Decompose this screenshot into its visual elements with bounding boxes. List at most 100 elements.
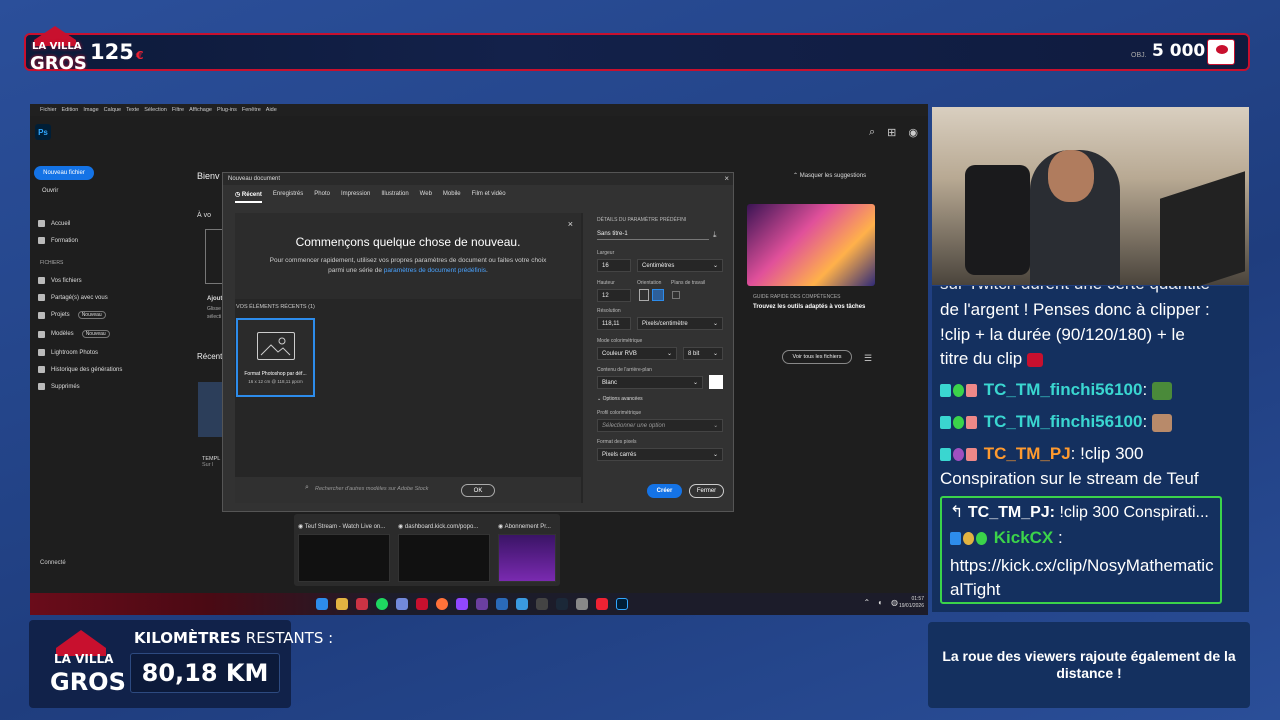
open-button[interactable]: Ouvrir — [42, 188, 58, 194]
menu-item[interactable]: Plug-ins — [217, 107, 237, 113]
menu-item[interactable]: Affichage — [189, 107, 212, 113]
clip-link[interactable]: https://kick.cx/clip/NosyMathematicalTig… — [950, 554, 1220, 602]
menu-item[interactable]: Fenêtre — [242, 107, 261, 113]
width-input[interactable]: 16 — [597, 259, 631, 272]
ok-button[interactable]: OK — [461, 484, 495, 497]
preview-image-1[interactable] — [298, 534, 390, 582]
search-icon[interactable]: ⌕ — [869, 126, 875, 139]
app-icon[interactable] — [496, 598, 508, 610]
chat-username[interactable]: TC_TM_finchi56100 — [984, 380, 1143, 399]
photoshop-icon[interactable] — [616, 598, 628, 610]
tab-print[interactable]: Impression — [341, 191, 370, 203]
tab-illustration[interactable]: Illustration — [381, 191, 408, 203]
spotify-icon[interactable] — [376, 598, 388, 610]
artboards-label: Plans de travail — [671, 280, 706, 286]
app-icon[interactable] — [356, 598, 368, 610]
close-icon[interactable]: × — [724, 174, 729, 183]
tab-mobile[interactable]: Mobile — [443, 191, 461, 203]
pin-icon[interactable] — [596, 598, 608, 610]
pixel-format-select[interactable]: Pixels carrés ⌄ — [597, 448, 723, 461]
gift-icon[interactable]: ⊞ — [887, 126, 896, 139]
badge-icon — [963, 532, 974, 546]
sidebar-item-home[interactable]: Accueil — [38, 220, 70, 227]
height-input[interactable]: 12 — [597, 289, 631, 302]
save-preset-icon[interactable]: ⤓ — [713, 230, 717, 240]
chat-username[interactable]: TC_TM_PJ — [984, 444, 1071, 463]
menu-item[interactable]: Texte — [126, 107, 139, 113]
sidebar-item-training[interactable]: Formation — [38, 237, 78, 244]
bit-depth-select[interactable]: 8 bit ⌄ — [683, 347, 723, 360]
tab-recent[interactable]: ◷ Récent — [235, 191, 262, 203]
menu-item[interactable]: Edition — [62, 107, 79, 113]
menu-item[interactable]: Calque — [104, 107, 121, 113]
list-view-icon[interactable]: ☰ — [864, 353, 872, 364]
home-icon — [38, 220, 45, 227]
preview-title-2[interactable]: ◉ dashboard.kick.com/popo... — [398, 523, 478, 530]
background-select[interactable]: Blanc ⌄ — [597, 376, 703, 389]
preview-title-3[interactable]: ◉ Abonnement Pr... — [498, 523, 558, 530]
sidebar-item-projects[interactable]: Projets Nouveau — [38, 311, 106, 319]
resolution-unit-select[interactable]: Pixels/centimètre ⌄ — [637, 317, 723, 330]
app-icon[interactable] — [516, 598, 528, 610]
close-button[interactable]: Fermer — [689, 484, 724, 498]
resolution-input[interactable]: 118,11 — [597, 317, 631, 330]
recent-preset-card[interactable]: Format Photoshop par déf... 16 x 12 cm @… — [236, 318, 315, 397]
artboards-checkbox[interactable] — [672, 291, 680, 299]
villa-logo-top: LA VILLA GROS — [28, 24, 87, 80]
tiger-image[interactable] — [747, 204, 875, 286]
sidebar-item-deleted[interactable]: Supprimés — [38, 383, 80, 390]
background-color-swatch[interactable] — [709, 375, 723, 389]
menu-item[interactable]: Sélection — [144, 107, 167, 113]
chevron-up-icon[interactable]: ⌃ — [863, 598, 870, 607]
sidebar-item-shared[interactable]: Partagé(s) avec vous — [38, 294, 108, 301]
menu-item[interactable]: Fichier — [40, 107, 57, 113]
discord-icon[interactable] — [396, 598, 408, 610]
avatar-icon[interactable]: ◉ — [908, 126, 918, 139]
doc-name-input[interactable]: Sans titre-1 — [597, 231, 709, 240]
preview-title-1[interactable]: ◉ Teuf Stream - Watch Live on... — [298, 523, 385, 530]
width-unit-select[interactable]: Centimètres ⌄ — [637, 259, 723, 272]
new-file-button[interactable]: Nouveau fichier — [34, 166, 94, 180]
tab-saved[interactable]: Enregistrés — [273, 191, 303, 203]
firefox-icon[interactable] — [436, 598, 448, 610]
sidebar-item-files[interactable]: Vos fichiers — [38, 277, 82, 284]
steam-icon[interactable] — [556, 598, 568, 610]
top-bar — [24, 33, 1250, 71]
color-mode-select[interactable]: Couleur RVB ⌄ — [597, 347, 677, 360]
preview-image-2[interactable] — [398, 534, 490, 582]
windows-start-icon[interactable] — [316, 598, 328, 610]
menu-item[interactable]: Image — [83, 107, 98, 113]
profile-select[interactable]: Sélectionner une option ⌄ — [597, 419, 723, 432]
obs-icon[interactable] — [456, 598, 468, 610]
sidebar-item-history[interactable]: Historique des générations — [38, 366, 122, 373]
advanced-options-toggle[interactable]: ⌄ Options avancées — [597, 396, 643, 402]
folder-icon[interactable] — [336, 598, 348, 610]
hide-suggestions-link[interactable]: ⌃ Masquer les suggestions — [793, 172, 866, 179]
see-all-files-button[interactable]: Voir tous les fichiers — [782, 350, 852, 364]
landscape-icon[interactable] — [652, 289, 664, 301]
preset-link[interactable]: paramètres de document prédéfinis — [384, 267, 486, 274]
app-icon[interactable] — [476, 598, 488, 610]
menu-item[interactable]: Filtre — [172, 107, 184, 113]
opera-icon[interactable] — [416, 598, 428, 610]
chat-username[interactable]: TC_TM_finchi56100 — [984, 412, 1143, 431]
network-icon[interactable]: ◍ — [891, 598, 898, 607]
portrait-icon[interactable] — [639, 289, 649, 301]
stock-search-input[interactable]: Rechercher d'autres modèles sur Adobe St… — [315, 486, 428, 492]
taskbar-clock[interactable]: 01:57 19/01/2026 — [899, 596, 924, 609]
bot-username[interactable]: KickCX — [994, 528, 1054, 547]
preview-image-3[interactable] — [498, 534, 556, 582]
close-icon[interactable]: × — [568, 219, 573, 229]
sidebar-item-lightroom[interactable]: Lightroom Photos — [38, 349, 98, 356]
menu-item[interactable]: Aide — [266, 107, 277, 113]
create-button[interactable]: Créer — [647, 484, 682, 498]
epic-icon[interactable] — [536, 598, 548, 610]
sidebar-item-models[interactable]: Modèles Nouveau — [38, 330, 110, 338]
volume-icon[interactable]: ◐ — [878, 598, 883, 607]
recent-thumbnail[interactable] — [198, 382, 222, 437]
settings-icon[interactable] — [576, 598, 588, 610]
tab-web[interactable]: Web — [420, 191, 432, 203]
tab-film[interactable]: Film et vidéo — [472, 191, 506, 203]
tab-photo[interactable]: Photo — [314, 191, 330, 203]
donation-counter: 125 € — [90, 40, 144, 64]
